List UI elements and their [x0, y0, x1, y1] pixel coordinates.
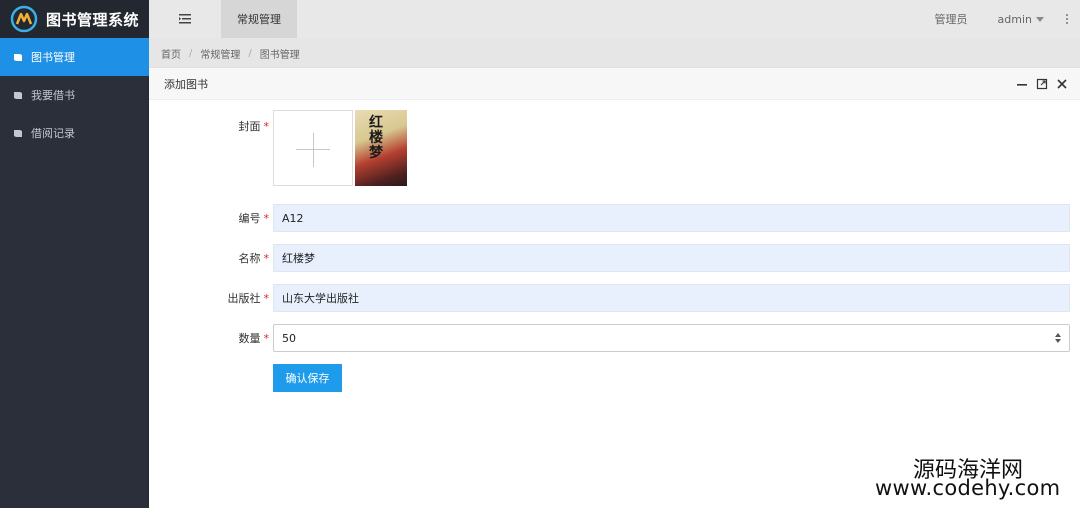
menu-toggle-button[interactable] [149, 0, 221, 38]
add-book-dialog: 添加图书 封面 * 红楼梦 编号 * A12 名称 * 红楼梦 出版社 * 山东… [149, 68, 1080, 508]
cover-title-text: 红楼梦 [369, 115, 383, 161]
quantity-label-text: 数量 [238, 332, 261, 345]
required-mark: * [263, 332, 270, 345]
cover-upload-button[interactable] [273, 110, 353, 186]
required-mark: * [263, 212, 270, 225]
breadcrumb-separator: / [189, 47, 193, 59]
name-value: 红楼梦 [282, 252, 315, 265]
publisher-label-text: 出版社 [227, 292, 261, 305]
breadcrumb: 首页 / 常规管理 / 图书管理 [149, 38, 1080, 68]
number-label-text: 编号 [238, 212, 261, 225]
watermark-url: www.codehy.com [875, 476, 1061, 500]
form-row-quantity: 数量 * 50 [149, 324, 1080, 352]
close-icon[interactable] [1054, 76, 1070, 92]
form-row-submit: 确认保存 [149, 364, 1080, 392]
cover-thumbnail[interactable]: 红楼梦 [355, 110, 407, 186]
publisher-value: 山东大学出版社 [282, 292, 359, 305]
breadcrumb-book-management: 图书管理 [259, 49, 300, 61]
breadcrumb-home[interactable]: 首页 [161, 46, 181, 61]
sidebar-item-borrow-book[interactable]: 我要借书 [0, 76, 149, 114]
quantity-stepper[interactable]: 50 [273, 324, 1070, 352]
cover-label: 封面 * [149, 110, 273, 134]
required-mark: * [263, 120, 270, 133]
form-row-number: 编号 * A12 [149, 204, 1080, 232]
number-value: A12 [282, 211, 304, 225]
cover-label-text: 封面 [238, 120, 261, 133]
breadcrumb-separator: / [248, 47, 252, 59]
sidebar-item-borrow-records[interactable]: 借阅记录 [0, 114, 149, 152]
sidebar-item-label: 借阅记录 [31, 127, 75, 140]
quantity-value: 50 [282, 331, 296, 345]
brand[interactable]: 图书管理系统 [0, 0, 149, 38]
name-input[interactable]: 红楼梦 [273, 244, 1070, 272]
app-title: 图书管理系统 [46, 10, 140, 29]
sidebar-item-book-management[interactable]: 图书管理 [0, 38, 149, 76]
sidebar-item-label: 我要借书 [31, 89, 75, 102]
quantity-label: 数量 * [149, 330, 273, 346]
name-label-text: 名称 [238, 252, 261, 265]
user-name: admin [997, 12, 1032, 26]
name-label: 名称 * [149, 250, 273, 266]
sidebar-item-label: 图书管理 [31, 51, 75, 64]
tab-general-management[interactable]: 常规管理 [221, 0, 297, 38]
publisher-label: 出版社 * [149, 290, 273, 306]
dialog-title: 添加图书 [164, 77, 208, 91]
form-row-cover: 封面 * 红楼梦 [149, 110, 1080, 186]
menu-toggle-icon [179, 14, 191, 24]
caret-down-icon [1036, 16, 1044, 22]
required-mark: * [263, 252, 270, 265]
number-label: 编号 * [149, 210, 273, 226]
spinner-icon[interactable] [1055, 332, 1061, 344]
maximize-icon[interactable] [1034, 76, 1050, 92]
form-row-name: 名称 * 红楼梦 [149, 244, 1080, 272]
minimize-icon[interactable] [1014, 76, 1030, 92]
sidebar: 图书管理系统 图书管理 我要借书 借阅记录 [0, 0, 149, 508]
breadcrumb-general-management[interactable]: 常规管理 [200, 46, 240, 61]
dialog-tools [1010, 76, 1070, 92]
publisher-input[interactable]: 山东大学出版社 [273, 284, 1070, 312]
more-options-icon[interactable] [1062, 13, 1072, 25]
number-input[interactable]: A12 [273, 204, 1070, 232]
app-logo-icon [10, 5, 38, 33]
plus-icon-vertical [313, 133, 314, 167]
book-icon [14, 130, 22, 137]
book-icon [14, 54, 22, 61]
required-mark: * [263, 292, 270, 305]
user-role: 管理员 [934, 13, 968, 26]
confirm-save-button[interactable]: 确认保存 [273, 364, 342, 392]
dialog-header: 添加图书 [149, 68, 1080, 100]
top-header: 常规管理 管理员 admin [149, 0, 1080, 38]
user-menu[interactable]: admin [998, 13, 1044, 26]
form-row-publisher: 出版社 * 山东大学出版社 [149, 284, 1080, 312]
book-icon [14, 92, 22, 99]
